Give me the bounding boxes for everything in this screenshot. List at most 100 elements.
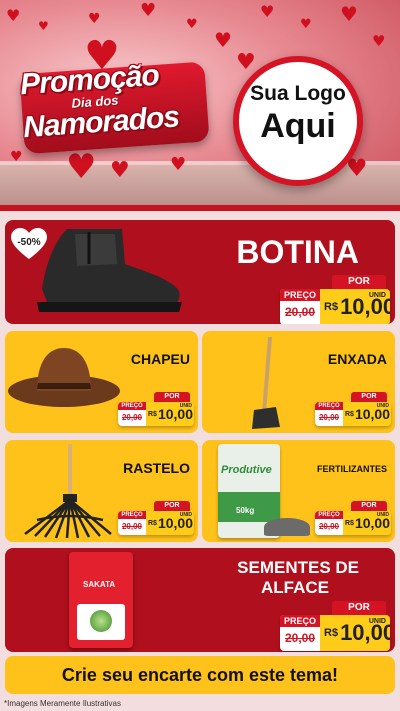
por-label: POR	[154, 501, 190, 511]
old-price: PREÇO 20,00	[118, 511, 146, 535]
currency-symbol: R$	[345, 410, 354, 418]
divider-stripe	[0, 205, 400, 211]
old-price: PREÇO 20,00	[315, 402, 343, 426]
old-price-value: 20,00	[284, 305, 316, 319]
heart-icon: ♥	[38, 19, 49, 33]
seed-pack-window	[77, 604, 125, 640]
product-name-chapeu: CHAPEU	[130, 351, 190, 367]
new-price: R$ 10,00 UNID	[320, 615, 390, 651]
hoe-image	[252, 337, 280, 429]
preco-label: PREÇO	[315, 402, 343, 410]
heart-icon: ♥	[214, 28, 232, 52]
product-card-chapeu: CHAPEU POR PREÇO 20,00 R$ 10,00 UNID	[5, 331, 198, 433]
heart-icon: ♥	[236, 50, 256, 75]
product-name-fertilizantes: FERTILIZANTES	[317, 464, 387, 474]
preco-label: PREÇO	[280, 615, 320, 627]
price-tag-botina: POR PREÇO 20,00 R$ 10,00 UNID	[272, 275, 390, 324]
por-label: POR	[351, 392, 387, 402]
por-label: POR	[351, 501, 387, 511]
old-price: PREÇO 20,00	[280, 615, 320, 651]
new-price: R$ 10,00 UNID	[320, 289, 390, 324]
unit-label: UNID	[368, 618, 386, 625]
product-card-fertilizantes: Produtive 50kg FERTILIZANTES POR PREÇO 2…	[202, 440, 395, 542]
product-name-rastelo: RASTELO	[123, 460, 190, 476]
heart-icon: ♥	[140, 0, 157, 21]
currency-symbol: R$	[148, 410, 157, 418]
product-card-botina: -50% BOTINA POR PREÇO 20,00 R$ 10,00 UNI…	[5, 220, 395, 324]
currency-symbol: R$	[148, 519, 157, 527]
product-card-sementes: SAKATA SEMENTES DE ALFACE POR PREÇO 20,0…	[5, 548, 395, 652]
price-tag-rastelo: POR PREÇO 20,00 R$ 10,00 UNID	[118, 501, 194, 535]
heart-icon: ♥	[6, 6, 21, 25]
seed-pack-image: SAKATA	[69, 552, 133, 648]
preco-label: PREÇO	[118, 402, 146, 410]
old-price-value: 20,00	[318, 522, 340, 531]
fertilizer-bag-brand: Produtive	[221, 464, 272, 476]
currency-symbol: R$	[345, 519, 354, 527]
old-price-value: 20,00	[121, 413, 143, 422]
price-tag-chapeu: POR PREÇO 20,00 R$ 10,00 UNID	[118, 392, 194, 426]
preco-label: PREÇO	[315, 511, 343, 519]
old-price-value: 20,00	[318, 413, 340, 422]
por-label: POR	[332, 601, 386, 615]
price-bar: PREÇO 20,00 R$ 10,00 UNID	[118, 511, 194, 535]
heart-icon: ♥	[372, 32, 386, 50]
lettuce-image	[90, 610, 112, 632]
product-card-enxada: ENXADA POR PREÇO 20,00 R$ 10,00 UNID	[202, 331, 395, 433]
logo-placeholder: Sua Logo Aqui	[233, 56, 363, 186]
product-card-rastelo: RASTELO POR PREÇO 20,00 R$ 10,00 UNID	[5, 440, 198, 542]
por-label: POR	[154, 392, 190, 402]
unit-label: UNID	[368, 292, 386, 299]
por-label: POR	[332, 275, 386, 289]
heart-icon: ♥	[300, 17, 312, 32]
currency-symbol: R$	[324, 301, 339, 313]
product-name-sementes-line2: ALFACE	[261, 578, 329, 597]
price-bar: PREÇO 20,00 R$ 10,00 UNID	[280, 615, 390, 651]
unit-label: UNID	[179, 403, 192, 409]
heart-icon: ♥	[110, 158, 130, 183]
old-price: PREÇO 20,00	[118, 402, 146, 426]
preco-label: PREÇO	[118, 511, 146, 519]
new-price: R$ 10,00 UNID	[146, 402, 194, 426]
heart-icon: ♥	[170, 154, 187, 175]
new-price: R$ 10,00 UNID	[343, 511, 391, 535]
unit-label: UNID	[179, 512, 192, 518]
logo-text-line1: Sua Logo	[250, 82, 346, 105]
heart-icon: ♥	[340, 2, 358, 26]
promo-badge: Promoção Dia dos Namorados	[9, 53, 215, 162]
heart-icon: ♥	[88, 11, 101, 27]
price-bar: PREÇO 20,00 R$ 10,00 UNID	[315, 511, 391, 535]
price-bar: PREÇO 20,00 R$ 10,00 UNID	[280, 289, 390, 324]
preco-label: PREÇO	[280, 289, 320, 301]
logo-text-line2: Aqui	[260, 107, 336, 145]
unit-label: UNID	[376, 512, 389, 518]
unit-label: UNID	[376, 403, 389, 409]
old-price-value: 20,00	[284, 631, 316, 645]
boot-image	[37, 229, 182, 312]
product-name-enxada: ENXADA	[327, 351, 387, 367]
rake-image	[24, 444, 112, 539]
new-price: R$ 10,00 UNID	[146, 511, 194, 535]
product-name-sementes-line1: SEMENTES DE	[237, 558, 359, 577]
product-name-botina: BOTINA	[236, 234, 359, 270]
old-price: PREÇO 20,00	[280, 289, 320, 324]
hat-image	[8, 348, 120, 407]
heart-icon: ♥	[186, 17, 198, 32]
footnote: *Imagens Meramente Ilustrativas	[4, 699, 121, 708]
price-tag-enxada: POR PREÇO 20,00 R$ 10,00 UNID	[315, 392, 391, 426]
cta-banner[interactable]: Crie seu encarte com este tema!	[5, 656, 395, 694]
old-price: PREÇO 20,00	[315, 511, 343, 535]
new-price: R$ 10,00 UNID	[343, 402, 391, 426]
fertilizer-bag-weight: 50kg	[236, 506, 255, 515]
price-tag-sementes: POR PREÇO 20,00 R$ 10,00 UNID	[272, 601, 390, 651]
price-bar: PREÇO 20,00 R$ 10,00 UNID	[315, 402, 391, 426]
price-bar: PREÇO 20,00 R$ 10,00 UNID	[118, 402, 194, 426]
currency-symbol: R$	[324, 627, 339, 639]
old-price-value: 20,00	[121, 522, 143, 531]
wooden-floor	[0, 165, 400, 210]
header-banner: ♥ ♥ ♥ ♥ ♥ ♥ ♥ ♥ ♥ ♥ ♥ ♥ ♥ ♥ ♥ ♥ ♥ Promoç…	[0, 0, 400, 210]
price-tag-fertilizantes: POR PREÇO 20,00 R$ 10,00 UNID	[315, 501, 391, 535]
fertilizer-granules	[264, 518, 310, 536]
seed-pack-brand: SAKATA	[83, 580, 116, 589]
heart-icon: ♥	[260, 2, 275, 21]
